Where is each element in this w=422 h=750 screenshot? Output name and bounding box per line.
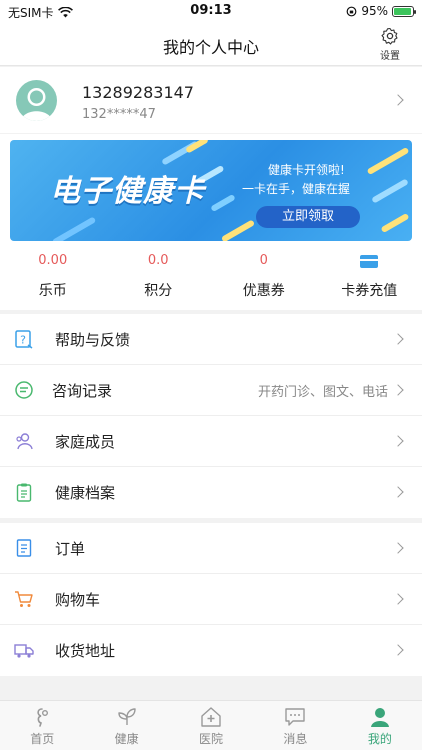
nav-bar: 我的个人中心 设置 bbox=[0, 24, 422, 66]
stat-value: 0.00 bbox=[38, 253, 68, 268]
health-card-banner[interactable]: 电子健康卡 健康卡开领啦! 一卡在手，健康在握 立即领取 bbox=[10, 140, 412, 241]
menu-group-services: ? 帮助与反馈 咨询记录 开药门诊、图文、电话 家庭成员 健康档案 bbox=[0, 314, 422, 518]
profile-card[interactable]: 13289283147 132*****47 bbox=[0, 67, 422, 133]
user-avatar-icon bbox=[21, 88, 52, 121]
menu-item-cart[interactable]: 购物车 bbox=[0, 574, 422, 625]
tab-label: 健康 bbox=[114, 732, 139, 746]
tab-hospital[interactable]: 医院 bbox=[169, 701, 253, 750]
stat-coins[interactable]: 0.00 乐币 bbox=[0, 252, 106, 302]
truck-icon bbox=[14, 644, 34, 658]
stat-label: 卡券充值 bbox=[341, 283, 398, 299]
status-bar: 无SIM卡 09:13 95% bbox=[0, 0, 422, 24]
cart-icon bbox=[15, 591, 33, 607]
settings-label: 设置 bbox=[380, 51, 400, 62]
menu-item-consult-records[interactable]: 咨询记录 开药门诊、图文、电话 bbox=[0, 365, 422, 416]
chevron-right-icon bbox=[392, 486, 404, 498]
menu-item-shipping-address[interactable]: 收货地址 bbox=[0, 625, 422, 676]
menu-item-label: 家庭成员 bbox=[55, 433, 116, 451]
claim-now-button[interactable]: 立即领取 bbox=[256, 206, 360, 228]
stat-card-recharge[interactable]: 卡券充值 bbox=[317, 252, 422, 302]
settings-button[interactable]: 设置 bbox=[370, 27, 410, 62]
chevron-right-icon bbox=[392, 593, 404, 605]
menu-item-family-members[interactable]: 家庭成员 bbox=[0, 416, 422, 467]
tab-label: 首页 bbox=[30, 732, 55, 746]
battery-icon bbox=[392, 5, 416, 17]
order-icon bbox=[16, 539, 32, 557]
help-icon: ? bbox=[15, 330, 33, 349]
stat-points[interactable]: 0.0 积分 bbox=[106, 252, 212, 302]
health-card-section: 电子健康卡 健康卡开领啦! 一卡在手，健康在握 立即领取 0.00 乐币 0.0… bbox=[0, 134, 422, 310]
profile-phone: 13289283147 bbox=[82, 83, 194, 102]
chevron-right-icon bbox=[392, 644, 404, 656]
tab-mine[interactable]: 我的 bbox=[338, 701, 422, 750]
banner-line-2: 一卡在手，健康在握 bbox=[242, 182, 351, 196]
tab-label: 医院 bbox=[199, 732, 224, 746]
menu-item-orders[interactable]: 订单 bbox=[0, 523, 422, 574]
menu-item-label: 订单 bbox=[55, 540, 86, 558]
menu-item-label: 购物车 bbox=[55, 591, 101, 609]
stat-value: 0 bbox=[259, 253, 268, 268]
tab-label: 消息 bbox=[283, 732, 308, 746]
menu-item-label: 收货地址 bbox=[55, 642, 116, 660]
battery-percent: 95% bbox=[361, 4, 388, 18]
chevron-right-icon bbox=[392, 435, 404, 447]
menu-item-label: 帮助与反馈 bbox=[55, 331, 131, 349]
tab-health[interactable]: 健康 bbox=[84, 701, 168, 750]
hospital-icon bbox=[201, 707, 221, 727]
menu-item-label: 咨询记录 bbox=[52, 382, 113, 400]
tab-label: 我的 bbox=[367, 732, 392, 746]
chevron-right-icon bbox=[392, 333, 404, 345]
menu-item-hint: 开药门诊、图文、电话 bbox=[257, 385, 388, 400]
leaf-icon bbox=[117, 708, 136, 725]
stat-coupons[interactable]: 0 优惠券 bbox=[211, 252, 317, 302]
tab-messages[interactable]: 消息 bbox=[253, 701, 337, 750]
chevron-right-icon bbox=[392, 542, 404, 554]
svg-text:?: ? bbox=[20, 334, 26, 347]
menu-item-label: 健康档案 bbox=[55, 484, 116, 502]
stat-label: 乐币 bbox=[38, 283, 67, 299]
chevron-right-icon bbox=[392, 94, 404, 106]
banner-line-1: 健康卡开领啦! bbox=[268, 163, 345, 177]
stat-label: 优惠券 bbox=[242, 283, 285, 299]
menu-group-shopping: 订单 购物车 收货地址 bbox=[0, 523, 422, 676]
stat-value: 0.0 bbox=[147, 253, 169, 268]
page-title: 我的个人中心 bbox=[162, 38, 259, 57]
profile-masked-phone: 132*****47 bbox=[82, 107, 156, 122]
banner-title: 电子健康卡 bbox=[50, 174, 205, 209]
menu-item-health-records[interactable]: 健康档案 bbox=[0, 467, 422, 518]
clipboard-icon bbox=[16, 483, 32, 502]
chevron-right-icon bbox=[392, 384, 404, 396]
stats-row: 0.00 乐币 0.0 积分 0 优惠券 卡券充值 bbox=[0, 252, 422, 302]
card-icon bbox=[360, 255, 379, 268]
avatar[interactable] bbox=[16, 80, 57, 121]
home-icon bbox=[37, 708, 49, 727]
gear-icon bbox=[381, 27, 398, 45]
chat-icon bbox=[15, 381, 33, 399]
person-icon bbox=[370, 708, 389, 727]
menu-item-help-feedback[interactable]: ? 帮助与反馈 bbox=[0, 314, 422, 365]
tab-home[interactable]: 首页 bbox=[0, 701, 84, 750]
family-icon bbox=[16, 433, 33, 450]
message-icon bbox=[285, 708, 306, 726]
orientation-lock-icon bbox=[346, 6, 357, 16]
tab-bar: 首页 健康 医院 消息 我的 bbox=[0, 700, 422, 750]
stat-label: 积分 bbox=[144, 283, 173, 299]
